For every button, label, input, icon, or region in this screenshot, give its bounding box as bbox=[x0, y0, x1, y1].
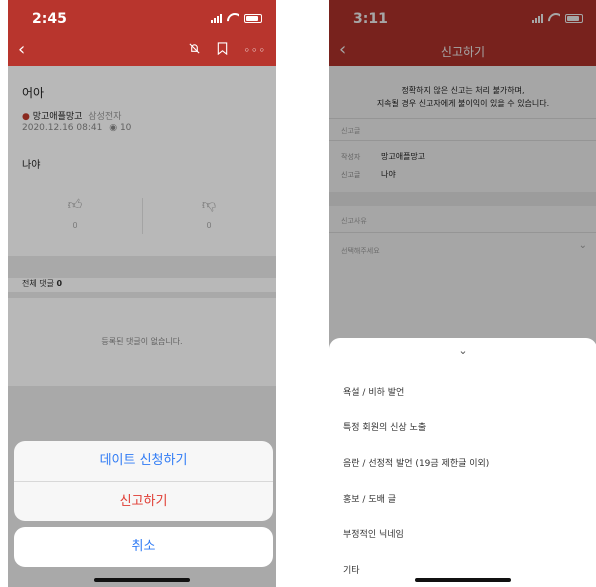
reason-option[interactable]: 특정 회원의 신상 노출 bbox=[343, 420, 426, 433]
bookmark-icon[interactable] bbox=[217, 42, 228, 59]
status-bar: 2:45 bbox=[8, 0, 276, 36]
reason-option[interactable]: 홍보 / 도배 글 bbox=[343, 492, 396, 505]
reason-option[interactable]: 욕설 / 비하 발언 bbox=[343, 385, 404, 398]
cancel-button[interactable]: 취소 bbox=[14, 527, 273, 567]
date-request-button[interactable]: 데이트 신청하기 bbox=[14, 441, 273, 481]
more-icon[interactable]: ◦◦◦ bbox=[244, 44, 266, 57]
reason-bottom-sheet: ⌄ 욕설 / 비하 발언 특정 회원의 신상 노출 음란 / 선정적 발언 (1… bbox=[329, 338, 596, 587]
back-icon[interactable]: ‹ bbox=[18, 40, 25, 60]
nav-bar: ‹ ◦◦◦ bbox=[8, 36, 276, 66]
home-indicator[interactable] bbox=[94, 578, 190, 582]
reason-option[interactable]: 부정적인 닉네임 bbox=[343, 527, 404, 540]
signal-icon bbox=[211, 13, 222, 23]
notification-off-icon[interactable] bbox=[188, 42, 201, 59]
system-indicators bbox=[211, 13, 262, 23]
collapse-chevron-icon[interactable]: ⌄ bbox=[329, 344, 596, 357]
cancel-group: 취소 bbox=[14, 527, 273, 567]
wifi-icon bbox=[227, 13, 239, 23]
post-detail-screen: 2:45 ‹ ◦◦◦ 어아 ● 망고애플망고 삼성전자 2020.12.16 0… bbox=[8, 0, 276, 587]
action-sheet: 데이트 신청하기 신고하기 bbox=[14, 441, 273, 521]
report-screen: 3:11 ‹ 신고하기 정확하지 않은 신고는 처리 불가하며, 지속될 경우 … bbox=[329, 0, 596, 587]
reason-option[interactable]: 기타 bbox=[343, 563, 360, 576]
battery-icon bbox=[244, 14, 262, 23]
report-button[interactable]: 신고하기 bbox=[14, 481, 273, 521]
home-indicator[interactable] bbox=[415, 578, 511, 582]
reason-option[interactable]: 음란 / 선정적 발언 (19금 제한글 이외) bbox=[343, 456, 489, 469]
nav-actions: ◦◦◦ bbox=[188, 42, 266, 59]
status-time: 2:45 bbox=[32, 11, 67, 27]
